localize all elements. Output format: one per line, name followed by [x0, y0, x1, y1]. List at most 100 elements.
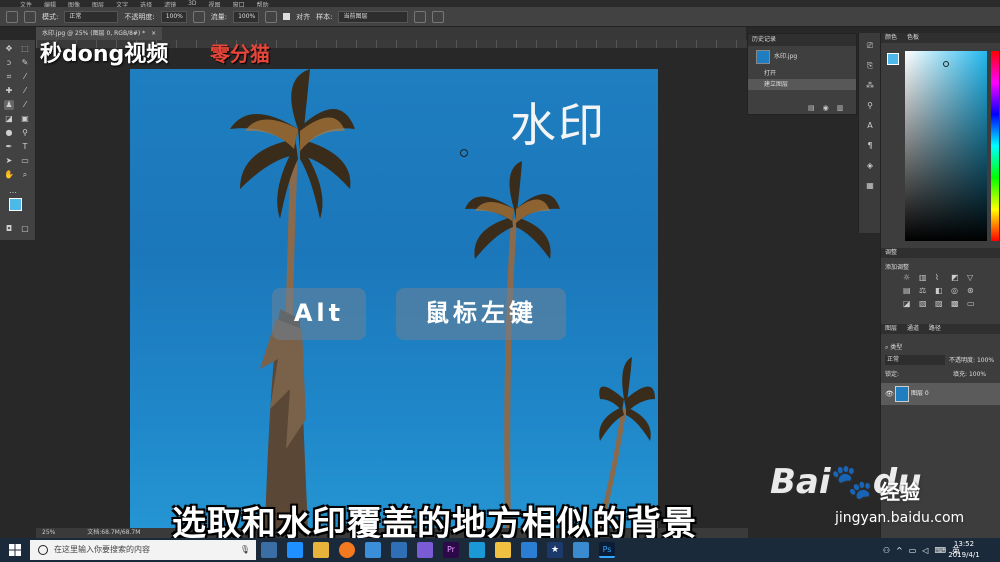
show-hidden-icons[interactable]: ^: [896, 546, 903, 555]
clone-stamp-preset-icon[interactable]: [6, 10, 18, 23]
hand-tool-icon[interactable]: ✋: [4, 170, 14, 180]
foreground-color-swatch[interactable]: [9, 198, 22, 211]
blend-mode-select[interactable]: 正常: [885, 355, 945, 365]
mode-select[interactable]: 正常: [64, 10, 119, 23]
taskbar-clock[interactable]: 13:52 2019/4/1: [936, 539, 992, 561]
menu-item-edit[interactable]: 编辑: [44, 0, 56, 9]
posterize-icon[interactable]: ▧: [919, 299, 931, 308]
menu-item-select[interactable]: 选择: [140, 0, 152, 9]
tool-presets-icon[interactable]: ⚲: [865, 101, 875, 111]
app-image-icon[interactable]: [521, 542, 537, 558]
lasso-tool-icon[interactable]: ↄ: [4, 58, 14, 68]
tab-color[interactable]: 颜色: [885, 34, 897, 41]
tab-layers[interactable]: 图层: [885, 325, 897, 332]
crop-tool-icon[interactable]: ⌗: [4, 72, 14, 82]
photoshop-icon[interactable]: Ps: [599, 542, 615, 558]
layer-filter-kind[interactable]: ⌕ 类型: [885, 342, 902, 352]
invert-icon[interactable]: ◪: [903, 299, 915, 308]
layer-row[interactable]: 👁 图层 0: [881, 383, 1000, 405]
path-select-tool-icon[interactable]: ➤: [4, 156, 14, 166]
hue-saturation-icon[interactable]: ▤: [903, 286, 915, 295]
camera-icon[interactable]: ◉: [823, 104, 829, 112]
healing-brush-tool-icon[interactable]: ✚: [4, 86, 14, 96]
zoom-readout[interactable]: 25%: [42, 529, 55, 536]
star-app-icon[interactable]: ★: [547, 542, 563, 558]
shape-tool-icon[interactable]: ▭: [20, 156, 30, 166]
brush-settings-icon[interactable]: ⁂: [865, 81, 875, 91]
tab-channels[interactable]: 通道: [907, 325, 919, 332]
eyedropper-tool-icon[interactable]: ⁄: [20, 72, 30, 82]
menu-item-layer[interactable]: 图层: [92, 0, 104, 9]
app-yellow-icon[interactable]: [495, 542, 511, 558]
vibrance-icon[interactable]: ▽: [967, 273, 979, 282]
edge-browser-icon[interactable]: [287, 542, 303, 558]
menu-item-file[interactable]: 文件: [20, 0, 32, 9]
selective-color-icon[interactable]: ▭: [967, 299, 979, 308]
history-panel-tab[interactable]: 历史记录: [748, 34, 856, 46]
type-tool-icon[interactable]: T: [20, 142, 30, 152]
properties-panel-icon[interactable]: ◈: [865, 161, 875, 171]
history-brush-tool-icon[interactable]: ⁄: [20, 100, 30, 110]
pressure-opacity-icon[interactable]: [192, 10, 205, 23]
premiere-icon[interactable]: Pr: [443, 542, 459, 558]
dodge-tool-icon[interactable]: ⚲: [20, 128, 30, 138]
menu-item-filter[interactable]: 滤镜: [164, 0, 176, 9]
app-shield-icon[interactable]: [365, 542, 381, 558]
app-blue-icon[interactable]: [469, 542, 485, 558]
pen-tool-icon[interactable]: ✒: [4, 142, 14, 152]
more-tools-icon[interactable]: …: [8, 186, 18, 196]
color-picker-field[interactable]: [905, 51, 987, 241]
start-button[interactable]: [0, 538, 30, 562]
black-white-icon[interactable]: ◧: [935, 286, 947, 295]
people-icon[interactable]: ⚇: [883, 546, 890, 555]
app-purple-icon[interactable]: [417, 542, 433, 558]
color-balance-icon[interactable]: ⚖: [919, 286, 931, 295]
menu-item-image[interactable]: 图像: [68, 0, 80, 9]
color-panel-swatch[interactable]: [887, 53, 899, 65]
blur-tool-icon[interactable]: ●: [4, 128, 14, 138]
aligned-checkbox[interactable]: [283, 13, 291, 20]
history-snapshot[interactable]: 水印.jpg: [748, 46, 856, 68]
taskbar-search-box[interactable]: 在这里输入你要搜索的内容 🎙: [30, 540, 256, 560]
sample-select[interactable]: 当前图层: [338, 10, 409, 23]
history-item-open[interactable]: 打开: [748, 68, 856, 79]
curves-icon[interactable]: ⌇: [935, 273, 947, 282]
eye-icon[interactable]: 👁: [885, 383, 894, 405]
layer-fill[interactable]: 填充: 100%: [953, 369, 986, 378]
exposure-icon[interactable]: ◩: [951, 273, 963, 282]
adjustments-panel-title[interactable]: 调整: [881, 248, 1000, 258]
volume-icon[interactable]: ◁: [922, 546, 928, 555]
airbrush-icon[interactable]: [265, 10, 278, 23]
mail-icon[interactable]: [391, 542, 407, 558]
opacity-field[interactable]: 100%: [160, 10, 187, 23]
zoom-tool-icon[interactable]: ⌕: [20, 170, 30, 180]
hue-slider[interactable]: [991, 51, 999, 241]
tab-swatches[interactable]: 色板: [907, 34, 919, 41]
menu-item-window[interactable]: 窗口: [233, 0, 245, 9]
tab-paths[interactable]: 路径: [929, 325, 941, 332]
info-panel-icon[interactable]: ▦: [865, 181, 875, 191]
photo-filter-icon[interactable]: ◎: [951, 286, 963, 295]
clone-stamp-tool-icon[interactable]: ♟: [4, 100, 14, 110]
clone-source-panel-icon[interactable]: ⎘: [865, 61, 875, 71]
task-view-icon[interactable]: [261, 542, 277, 558]
canvas-area[interactable]: 水印 Alt 鼠标左键: [36, 48, 748, 529]
menu-item-3d[interactable]: 3D: [188, 0, 196, 7]
pressure-size-icon[interactable]: [432, 10, 445, 23]
flow-field[interactable]: 100%: [233, 10, 260, 23]
move-tool-icon[interactable]: ✥: [4, 44, 14, 54]
menu-item-help[interactable]: 帮助: [257, 0, 269, 9]
layer-opacity[interactable]: 不透明度: 100%: [949, 355, 994, 364]
levels-icon[interactable]: ▥: [919, 273, 931, 282]
menu-item-view[interactable]: 视图: [209, 0, 221, 9]
app-arrow-icon[interactable]: [573, 542, 589, 558]
paragraph-panel-icon[interactable]: ¶: [865, 141, 875, 151]
firefox-icon[interactable]: [339, 542, 355, 558]
file-explorer-icon[interactable]: [313, 542, 329, 558]
history-item-new-layer[interactable]: 建立图层: [748, 79, 856, 90]
image-canvas[interactable]: 水印: [130, 69, 658, 529]
new-document-icon[interactable]: ▤: [808, 104, 815, 112]
history-panel-icon[interactable]: ⎚: [865, 41, 875, 51]
network-icon[interactable]: ▭: [909, 546, 917, 555]
marquee-tool-icon[interactable]: ⬚: [20, 44, 30, 54]
